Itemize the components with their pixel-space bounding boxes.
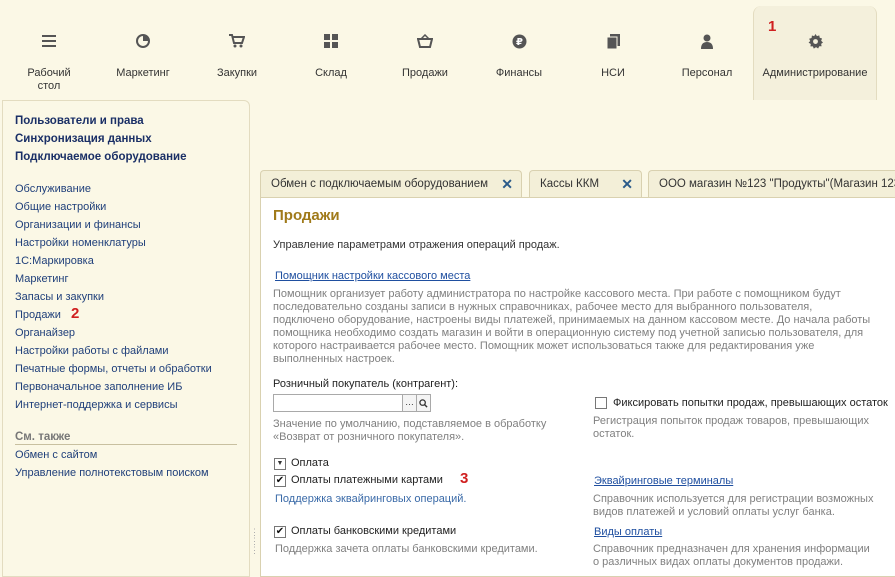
section-label: Закупки <box>216 67 258 79</box>
acquiring-terminals-hint: Справочник используется для регистрации … <box>593 493 874 518</box>
sidebar-item-marketing[interactable]: Маркетинг <box>15 273 68 285</box>
splitter-handle[interactable]: ⋮ ⋮ ⋮ <box>250 528 259 555</box>
section-marketing[interactable]: Маркетинг <box>104 0 182 100</box>
card-payments-label: Оплаты платежными картами <box>291 474 443 486</box>
retail-buyer-hint: Значение по умолчанию, подставляемое в о… <box>273 418 547 443</box>
section-administration[interactable]: 1 Администрирование <box>753 6 877 100</box>
section-label: Администрирование <box>762 67 868 79</box>
retail-buyer-label: Розничный покупатель (контрагент): <box>273 378 459 390</box>
card-payments-checkbox[interactable]: ✔ <box>274 475 286 487</box>
section-desktop[interactable]: Рабочий стол <box>14 0 84 100</box>
section-toolbar: Рабочий стол Маркетинг Закупки Склад Про… <box>0 0 895 100</box>
retail-buyer-input[interactable] <box>273 394 403 412</box>
assistant-description: Помощник организует работу администратор… <box>273 288 871 365</box>
sidebar-item-files[interactable]: Настройки работы с файлами <box>15 345 169 357</box>
fix-attempts-label: Фиксировать попытки продаж, превышающих … <box>613 397 888 409</box>
page-title: Продажи <box>273 207 340 224</box>
sidebar-item-general[interactable]: Общие настройки <box>15 201 106 213</box>
ruble-icon: ₽ <box>509 32 529 50</box>
tab-store[interactable]: ООО магазин №123 "Продукты"(Магазин 123) <box>648 170 895 198</box>
section-label: Рабочий стол <box>27 67 71 92</box>
bank-credit-hint: Поддержка зачета оплаты банковскими кред… <box>275 543 538 555</box>
section-label: НСИ <box>601 67 625 79</box>
sidebar: Пользователи и права Синхронизация данны… <box>2 100 250 577</box>
close-icon[interactable]: ✕ <box>501 176 513 193</box>
basket-icon <box>415 32 435 50</box>
page-subtitle: Управление параметрами отражения операци… <box>273 239 560 251</box>
sidebar-item-stock[interactable]: Запасы и закупки <box>15 291 104 303</box>
cart-icon <box>227 32 247 50</box>
card-payments-hint: Поддержка эквайринговых операций. <box>275 493 467 505</box>
sidebar-item-organizations[interactable]: Организации и финансы <box>15 219 141 231</box>
sidebar-item-organizer[interactable]: Органайзер <box>15 327 75 339</box>
tab-kkm[interactable]: Кассы ККМ ✕ <box>529 170 642 198</box>
assistant-link[interactable]: Помощник настройки кассового места <box>275 270 470 282</box>
section-finance[interactable]: ₽ Финансы <box>480 0 558 100</box>
menu-icon <box>39 32 59 50</box>
see-also-title: См. также <box>15 431 71 443</box>
acquiring-terminals-link[interactable]: Эквайринговые терминалы <box>594 475 733 487</box>
sidebar-item-initial-fill[interactable]: Первоначальное заполнение ИБ <box>15 381 182 393</box>
step-marker: 3 <box>460 470 469 487</box>
svg-text:₽: ₽ <box>516 37 523 48</box>
step-marker: 1 <box>768 18 777 35</box>
divider <box>15 444 237 445</box>
sidebar-item-maintenance[interactable]: Обслуживание <box>15 183 91 195</box>
see-also-site-exchange[interactable]: Обмен с сайтом <box>15 449 97 461</box>
sidebar-item-sales[interactable]: Продажи <box>15 309 61 321</box>
fix-attempts-hint: Регистрация попыток продаж товаров, прев… <box>593 415 869 440</box>
section-label: Финансы <box>495 67 543 79</box>
gear-icon <box>805 32 825 50</box>
pie-chart-icon <box>133 32 153 50</box>
section-sales[interactable]: Продажи <box>388 0 462 100</box>
tab-label: Обмен с подключаемым оборудованием <box>271 178 489 190</box>
section-label: Персонал <box>681 67 733 79</box>
see-also-fulltext-search[interactable]: Управление полнотекстовым поиском <box>15 467 209 479</box>
fix-attempts-checkbox[interactable] <box>595 397 607 409</box>
sales-settings-panel: Продажи Управление параметрами отражения… <box>260 197 895 577</box>
payment-types-link[interactable]: Виды оплаты <box>594 526 662 538</box>
tab-label: Кассы ККМ <box>540 178 600 190</box>
sidebar-item-print-forms[interactable]: Печатные формы, отчеты и обработки <box>15 363 212 375</box>
section-warehouse[interactable]: Склад <box>294 0 368 100</box>
copy-icon <box>603 32 623 50</box>
sidebar-item-equipment[interactable]: Подключаемое оборудование <box>15 151 187 163</box>
section-label: Маркетинг <box>116 67 170 79</box>
section-purchases[interactable]: Закупки <box>200 0 274 100</box>
section-personnel[interactable]: Персонал <box>668 0 746 100</box>
person-icon <box>697 32 717 50</box>
payment-types-hint: Справочник предназначен для хранения инф… <box>593 543 870 568</box>
bank-credit-label: Оплаты банковскими кредитами <box>291 525 457 537</box>
close-icon[interactable]: ✕ <box>621 176 633 193</box>
payment-group-title: Оплата <box>291 457 329 469</box>
sidebar-item-users[interactable]: Пользователи и права <box>15 115 144 127</box>
section-label: Продажи <box>402 67 448 79</box>
sidebar-item-marking[interactable]: 1С:Маркировка <box>15 255 94 267</box>
sidebar-item-internet-support[interactable]: Интернет-поддержка и сервисы <box>15 399 177 411</box>
section-label: Склад <box>315 67 347 79</box>
search-icon[interactable] <box>416 394 431 412</box>
bank-credit-checkbox[interactable]: ✔ <box>274 526 286 538</box>
grid-icon <box>321 32 341 50</box>
sidebar-item-sync[interactable]: Синхронизация данных <box>15 133 152 145</box>
section-nsi[interactable]: НСИ <box>578 0 648 100</box>
collapse-icon[interactable]: ▼ <box>274 458 286 470</box>
sidebar-item-nomenclature[interactable]: Настройки номенклатуры <box>15 237 146 249</box>
tab-equipment-exchange[interactable]: Обмен с подключаемым оборудованием ✕ <box>260 170 522 198</box>
step-marker: 2 <box>71 305 80 322</box>
tab-label: ООО магазин №123 "Продукты"(Магазин 123) <box>659 178 895 190</box>
choose-button[interactable]: … <box>402 394 417 412</box>
